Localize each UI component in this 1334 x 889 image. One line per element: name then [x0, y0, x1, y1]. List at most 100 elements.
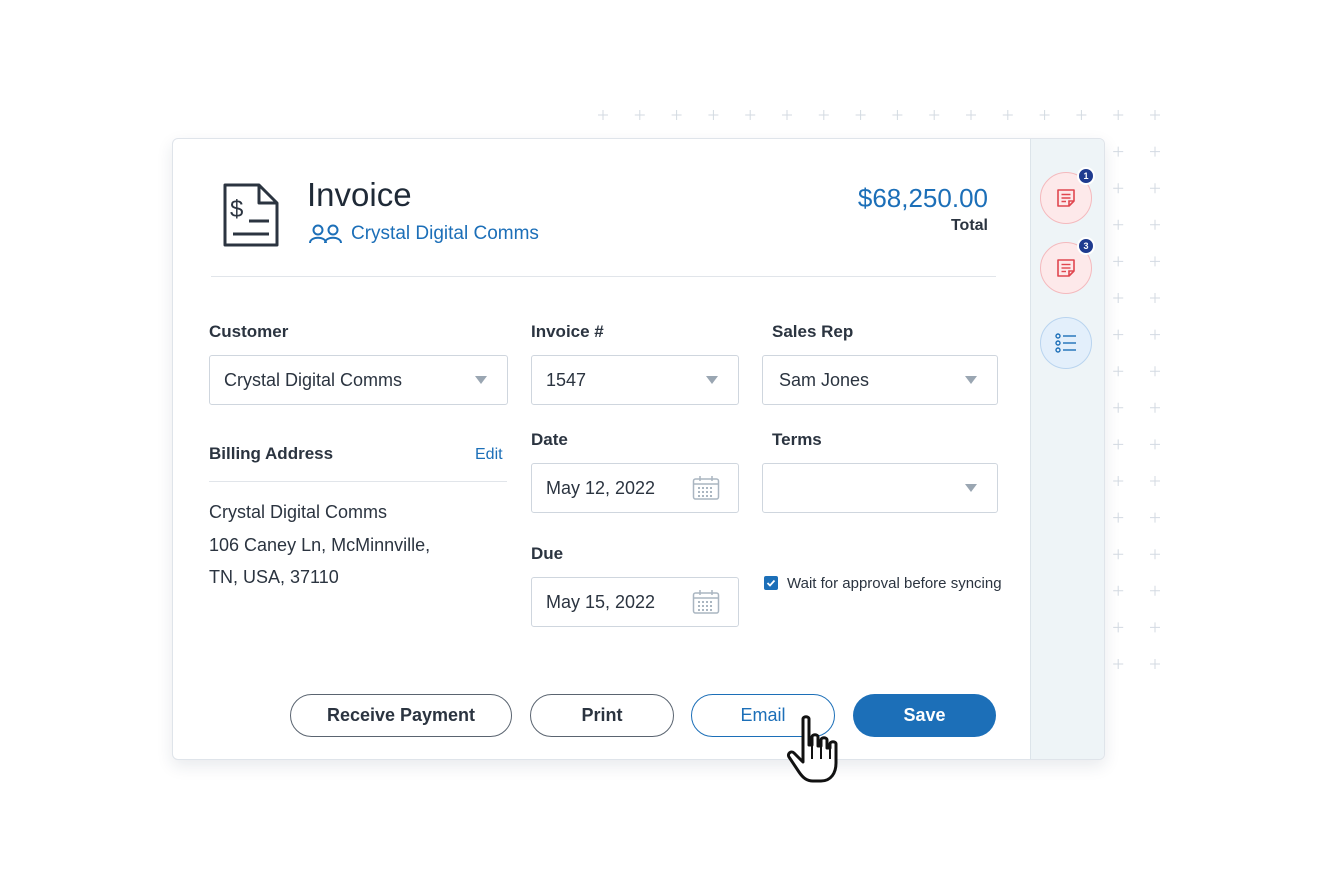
terms-label: Terms [772, 430, 822, 449]
grid-plus [1150, 146, 1160, 157]
svg-text:$: $ [230, 196, 243, 223]
date-picker[interactable]: May 12, 2022 [531, 463, 739, 513]
invoice-number-label: Invoice # [531, 322, 604, 341]
grid-plus [1150, 110, 1160, 120]
customer-select[interactable]: Crystal Digital Comms [209, 355, 508, 405]
rail-button-checklist[interactable] [1040, 317, 1092, 369]
grid-plus [1113, 110, 1124, 120]
rail-badge: 3 [1077, 237, 1095, 255]
side-rail: 1 3 [1030, 139, 1104, 759]
grid-plus [1113, 329, 1124, 340]
grid-plus [1150, 512, 1160, 523]
grid-plus [1113, 293, 1124, 303]
grid-plus [1150, 622, 1160, 633]
sales-rep-label: Sales Rep [772, 322, 854, 341]
note-icon [1057, 259, 1075, 277]
grid-plus [1113, 549, 1124, 560]
billing-address-line-2: 106 Caney Ln, McMinnville, [209, 535, 431, 555]
calendar-icon[interactable] [692, 589, 720, 615]
grid-plus [634, 110, 645, 120]
grid-plus [1150, 585, 1160, 596]
chevron-down-icon [965, 484, 977, 492]
checkmark-icon [766, 579, 776, 587]
rail-button-notes-2[interactable]: 3 [1040, 237, 1095, 294]
grid-plus [745, 110, 756, 120]
receive-payment-button[interactable]: Receive Payment [290, 694, 512, 737]
grid-plus [1113, 256, 1124, 267]
sales-rep-value: Sam Jones [779, 369, 870, 390]
grid-plus [1039, 110, 1050, 120]
page-title: Invoice [307, 176, 412, 213]
billing-address-line-1: Crystal Digital Comms [209, 502, 388, 522]
invoice-card: $ Invoice Crystal Digital Comms $68,250.… [172, 138, 1105, 760]
due-label: Due [531, 544, 564, 563]
grid-plus [1150, 659, 1160, 669]
approval-checkbox-label: Wait for approval before syncing [787, 575, 1002, 592]
due-date-picker[interactable]: May 15, 2022 [531, 577, 739, 627]
grid-plus [892, 110, 903, 120]
due-date-value: May 15, 2022 [546, 591, 656, 612]
customer-select-value: Crystal Digital Comms [224, 369, 403, 390]
grid-plus [1150, 439, 1160, 450]
grid-plus [1113, 659, 1124, 669]
customer-link[interactable]: Crystal Digital Comms [309, 223, 539, 245]
grid-plus [671, 110, 682, 120]
grid-plus [598, 110, 608, 120]
grid-plus [1113, 366, 1124, 377]
grid-plus [1150, 183, 1160, 194]
chevron-down-icon [965, 376, 977, 384]
total-amount: $68,250.00 [857, 183, 988, 213]
billing-address-line-3: TN, USA, 37110 [209, 567, 339, 587]
grid-plus [1113, 585, 1124, 596]
hand-pointer-icon [787, 715, 838, 783]
customer-label: Customer [209, 322, 289, 341]
approval-checkbox[interactable] [764, 576, 778, 590]
grid-plus [1150, 549, 1160, 560]
billing-divider [209, 481, 507, 482]
customer-link-label: Crystal Digital Comms [351, 223, 539, 244]
header-divider [211, 276, 996, 277]
grid-plus [1113, 219, 1124, 230]
grid-plus [966, 110, 976, 120]
grid-plus [1113, 183, 1124, 194]
grid-plus [929, 110, 940, 120]
grid-plus [1113, 476, 1124, 486]
grid-plus [1150, 293, 1160, 303]
chevron-down-icon [706, 376, 718, 384]
invoice-number-select[interactable]: 1547 [531, 355, 739, 405]
grid-plus [855, 110, 866, 120]
grid-plus [818, 110, 829, 120]
list-icon [1055, 333, 1076, 353]
sales-rep-select[interactable]: Sam Jones [762, 355, 998, 405]
grid-plus [1150, 219, 1160, 230]
edit-billing-link[interactable]: Edit [475, 446, 503, 464]
users-icon [309, 224, 342, 244]
date-label: Date [531, 430, 568, 449]
chevron-down-icon [475, 376, 487, 384]
grid-plus [1113, 439, 1124, 450]
print-button[interactable]: Print [530, 694, 674, 737]
grid-plus [1150, 329, 1160, 340]
grid-plus [782, 110, 792, 120]
terms-select[interactable] [762, 463, 998, 513]
date-value: May 12, 2022 [546, 477, 656, 498]
rail-button-notes-1[interactable]: 1 [1040, 167, 1095, 224]
grid-plus [1076, 110, 1087, 120]
grid-plus [1002, 110, 1013, 120]
grid-plus [1113, 146, 1124, 157]
invoice-number-value: 1547 [546, 369, 587, 390]
grid-plus [1113, 512, 1124, 523]
billing-address-label: Billing Address [209, 444, 334, 463]
total-label: Total [950, 217, 988, 234]
grid-plus [1150, 476, 1160, 486]
grid-plus [1113, 622, 1124, 633]
note-icon [1057, 189, 1075, 207]
grid-plus [1150, 256, 1160, 267]
grid-plus [1150, 402, 1160, 413]
grid-plus [708, 110, 719, 120]
grid-plus [1113, 402, 1124, 413]
grid-plus [1150, 366, 1160, 377]
save-button[interactable]: Save [853, 694, 996, 737]
calendar-icon[interactable] [692, 475, 720, 501]
invoice-document-icon: $ [223, 183, 279, 247]
